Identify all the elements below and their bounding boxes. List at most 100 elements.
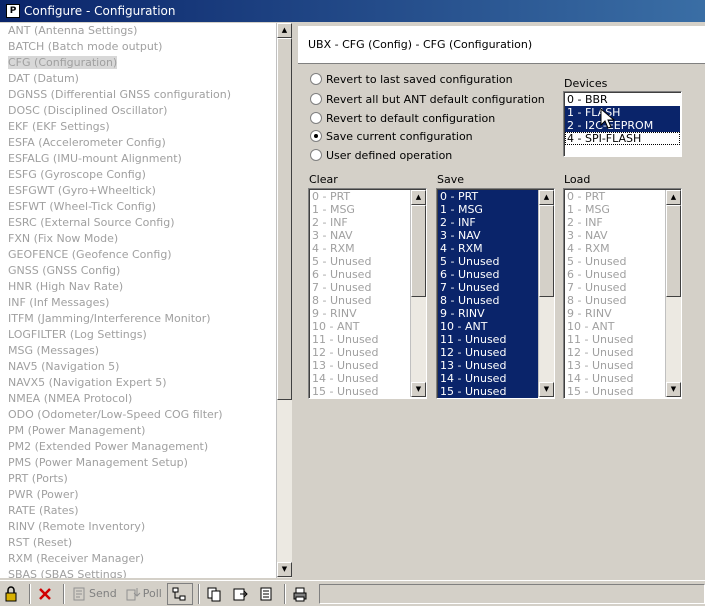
- load-section-item[interactable]: 2 - INF: [565, 216, 665, 229]
- radio-option[interactable]: Save current configuration: [310, 128, 473, 144]
- save-section-item[interactable]: 9 - RINV: [438, 307, 538, 320]
- clear-section-item[interactable]: 0 - PRT: [310, 190, 410, 203]
- message-list-scrollbar[interactable]: ▲ ▼: [276, 23, 292, 578]
- radio-unchecked-icon[interactable]: [310, 112, 322, 124]
- scroll-thumb[interactable]: [277, 38, 292, 400]
- message-list-item[interactable]: BATCH (Batch mode output): [0, 39, 276, 55]
- clear-section-item[interactable]: 2 - INF: [310, 216, 410, 229]
- message-list-item[interactable]: HNR (High Nav Rate): [0, 279, 276, 295]
- message-list-item[interactable]: CFG (Configuration): [0, 55, 276, 71]
- message-list-item[interactable]: EKF (EKF Settings): [0, 119, 276, 135]
- message-list-item[interactable]: ESFGWT (Gyro+Wheeltick): [0, 183, 276, 199]
- save-section-item[interactable]: 2 - INF: [438, 216, 538, 229]
- scroll-thumb[interactable]: [411, 205, 426, 297]
- load-section-item[interactable]: 8 - Unused: [565, 294, 665, 307]
- message-list-item[interactable]: ESFWT (Wheel-Tick Config): [0, 199, 276, 215]
- clear-section-item[interactable]: 10 - ANT: [310, 320, 410, 333]
- load-section-item[interactable]: 14 - Unused: [565, 372, 665, 385]
- load-scrollbar[interactable]: ▲ ▼: [665, 190, 681, 397]
- save-section-item[interactable]: 12 - Unused: [438, 346, 538, 359]
- save-scrollbar[interactable]: ▲ ▼: [538, 190, 554, 397]
- scroll-up-icon[interactable]: ▲: [411, 190, 426, 205]
- save-section-item[interactable]: 5 - Unused: [438, 255, 538, 268]
- message-list-item[interactable]: NAVX5 (Navigation Expert 5): [0, 375, 276, 391]
- message-list-item[interactable]: ESFG (Gyroscope Config): [0, 167, 276, 183]
- print-button[interactable]: [289, 583, 313, 605]
- message-list-item[interactable]: LOGFILTER (Log Settings): [0, 327, 276, 343]
- send-button[interactable]: Send: [68, 583, 120, 605]
- scroll-up-icon[interactable]: ▲: [539, 190, 554, 205]
- message-list-item[interactable]: INF (Inf Messages): [0, 295, 276, 311]
- radio-option[interactable]: Revert to last saved configuration: [310, 71, 513, 87]
- message-list-item[interactable]: PM (Power Management): [0, 423, 276, 439]
- message-list-item[interactable]: PM2 (Extended Power Management): [0, 439, 276, 455]
- message-list-item[interactable]: DGNSS (Differential GNSS configuration): [0, 87, 276, 103]
- scroll-down-icon[interactable]: ▼: [666, 382, 681, 397]
- load-section-item[interactable]: 7 - Unused: [565, 281, 665, 294]
- load-section-item[interactable]: 10 - ANT: [565, 320, 665, 333]
- message-list-item[interactable]: ESFALG (IMU-mount Alignment): [0, 151, 276, 167]
- radio-option[interactable]: Revert to default configuration: [310, 110, 495, 126]
- radio-checked-icon[interactable]: [310, 130, 322, 142]
- save-section-item[interactable]: 11 - Unused: [438, 333, 538, 346]
- load-section-item[interactable]: 6 - Unused: [565, 268, 665, 281]
- clear-section-item[interactable]: 4 - RXM: [310, 242, 410, 255]
- message-list-item[interactable]: DOSC (Disciplined Oscillator): [0, 103, 276, 119]
- scroll-thumb[interactable]: [666, 205, 681, 297]
- message-list-item[interactable]: SBAS (SBAS Settings): [0, 567, 276, 578]
- message-list-item[interactable]: ANT (Antenna Settings): [0, 23, 276, 39]
- radio-unchecked-icon[interactable]: [310, 73, 322, 85]
- scroll-thumb[interactable]: [539, 205, 554, 297]
- scroll-up-icon[interactable]: ▲: [277, 23, 292, 38]
- save-section-item[interactable]: 8 - Unused: [438, 294, 538, 307]
- message-list-item[interactable]: RXM (Receiver Manager): [0, 551, 276, 567]
- message-list-item[interactable]: RINV (Remote Inventory): [0, 519, 276, 535]
- message-list-item[interactable]: ITFM (Jamming/Interference Monitor): [0, 311, 276, 327]
- tree-button[interactable]: [166, 582, 193, 605]
- message-list-item[interactable]: FXN (Fix Now Mode): [0, 231, 276, 247]
- scroll-down-icon[interactable]: ▼: [539, 382, 554, 397]
- radio-option[interactable]: Revert all but ANT default configuration: [310, 91, 545, 107]
- clear-section-item[interactable]: 15 - Unused: [310, 385, 410, 398]
- save-section-item[interactable]: 6 - Unused: [438, 268, 538, 281]
- clear-section-item[interactable]: 14 - Unused: [310, 372, 410, 385]
- device-item[interactable]: 1 - FLASH: [565, 106, 680, 119]
- load-section-item[interactable]: 12 - Unused: [565, 346, 665, 359]
- load-section-item[interactable]: 1 - MSG: [565, 203, 665, 216]
- clear-section-item[interactable]: 7 - Unused: [310, 281, 410, 294]
- radio-option[interactable]: User defined operation: [310, 147, 452, 163]
- copy-button[interactable]: [203, 583, 227, 605]
- load-section-item[interactable]: 11 - Unused: [565, 333, 665, 346]
- device-item[interactable]: 0 - BBR: [565, 93, 680, 106]
- scroll-down-icon[interactable]: ▼: [277, 562, 292, 577]
- save-section-item[interactable]: 3 - NAV: [438, 229, 538, 242]
- message-list-item[interactable]: PMS (Power Management Setup): [0, 455, 276, 471]
- save-section-item[interactable]: 1 - MSG: [438, 203, 538, 216]
- clear-section-item[interactable]: 12 - Unused: [310, 346, 410, 359]
- load-section-item[interactable]: 0 - PRT: [565, 190, 665, 203]
- save-section-item[interactable]: 13 - Unused: [438, 359, 538, 372]
- load-section-item[interactable]: 15 - Unused: [565, 385, 665, 398]
- radio-unchecked-icon[interactable]: [310, 149, 322, 161]
- message-list-item[interactable]: DAT (Datum): [0, 71, 276, 87]
- load-section-item[interactable]: 4 - RXM: [565, 242, 665, 255]
- clear-section-item[interactable]: 9 - RINV: [310, 307, 410, 320]
- clear-section-item[interactable]: 11 - Unused: [310, 333, 410, 346]
- radio-unchecked-icon[interactable]: [310, 93, 322, 105]
- clear-listbox[interactable]: 0 - PRT 1 - MSG 2 - INF 3 - NAV 4 - RXM 5 - U…: [308, 188, 427, 399]
- load-listbox[interactable]: 0 - PRT 1 - MSG 2 - INF 3 - NAV 4 - RXM 5 - U…: [563, 188, 682, 399]
- message-list-item[interactable]: ESFA (Accelerometer Config): [0, 135, 276, 151]
- clear-section-item[interactable]: 8 - Unused: [310, 294, 410, 307]
- save-listbox[interactable]: 0 - PRT 1 - MSG 2 - INF 3 - NAV 4 - RXM 5 - U…: [436, 188, 555, 399]
- save-section-item[interactable]: 0 - PRT: [438, 190, 538, 203]
- clear-section-item[interactable]: 5 - Unused: [310, 255, 410, 268]
- scroll-up-icon[interactable]: ▲: [666, 190, 681, 205]
- poll-button[interactable]: Poll: [122, 583, 165, 605]
- save-section-item[interactable]: 4 - RXM: [438, 242, 538, 255]
- clear-section-item[interactable]: 1 - MSG: [310, 203, 410, 216]
- clear-section-item[interactable]: 13 - Unused: [310, 359, 410, 372]
- message-list-item[interactable]: PWR (Power): [0, 487, 276, 503]
- close-button[interactable]: [34, 583, 58, 605]
- message-list-item[interactable]: RST (Reset): [0, 535, 276, 551]
- message-list-item[interactable]: NAV5 (Navigation 5): [0, 359, 276, 375]
